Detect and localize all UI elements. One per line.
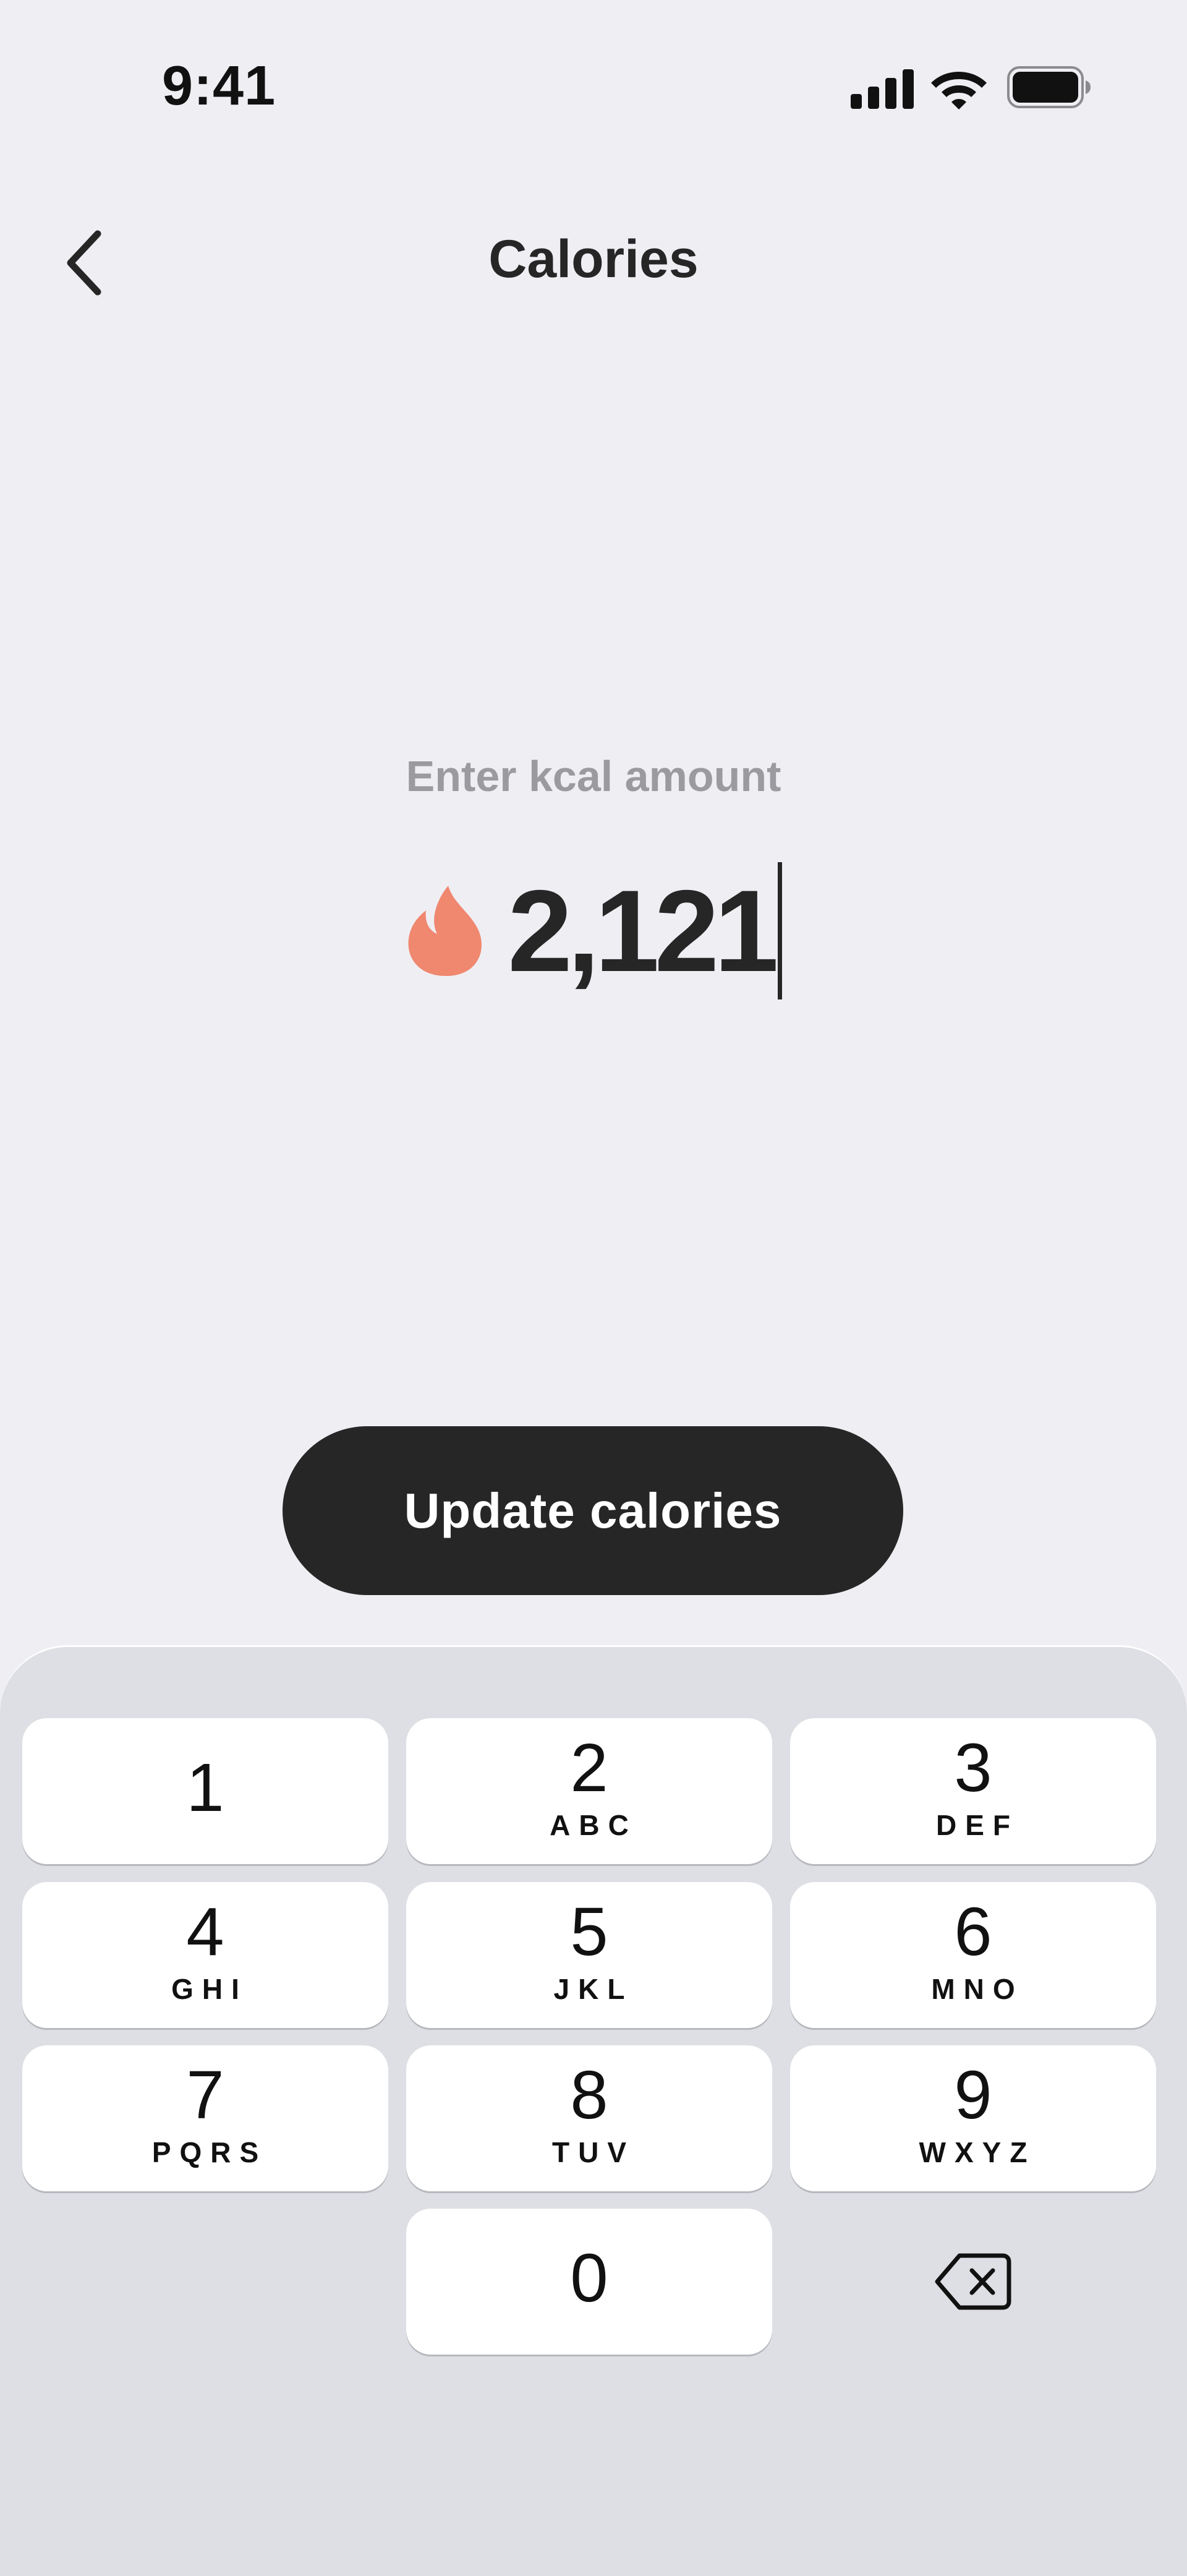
page-title: Calories xyxy=(488,229,699,289)
entry-label: Enter kcal amount xyxy=(406,752,781,800)
key-6[interactable]: 6 MNO xyxy=(790,1882,1156,2028)
key-9[interactable]: 9 WXYZ xyxy=(790,2045,1156,2191)
key-4[interactable]: 4 GHI xyxy=(22,1882,388,2028)
status-bar: 9:41 xyxy=(0,0,1187,173)
key-digit: 4 xyxy=(186,1894,224,1970)
status-time: 9:41 xyxy=(162,55,276,117)
battery-icon xyxy=(1007,66,1091,108)
key-5[interactable]: 5 JKL xyxy=(406,1882,772,2028)
key-letters: TUV xyxy=(552,2136,635,2168)
key-8[interactable]: 8 TUV xyxy=(406,2045,772,2191)
key-digit: 7 xyxy=(186,2057,224,2133)
cellular-signal-icon xyxy=(851,69,914,109)
key-2[interactable]: 2 ABC xyxy=(406,1718,772,1864)
key-digit: 2 xyxy=(570,1730,608,1806)
backspace-icon xyxy=(935,2253,1011,2310)
key-digit: 0 xyxy=(570,2240,608,2316)
key-3[interactable]: 3 DEF xyxy=(790,1718,1156,1864)
numeric-keypad: 1 2 ABC 3 DEF 4 GHI 5 JKL 6 MNO 7 PQRS 8… xyxy=(0,1645,1187,2576)
key-digit: 8 xyxy=(570,2057,608,2133)
key-letters: DEF xyxy=(936,1809,1019,1841)
key-letters: PQRS xyxy=(151,2136,268,2168)
calorie-amount-field[interactable]: 2,121 xyxy=(0,854,1187,1008)
key-digit: 9 xyxy=(954,2057,992,2133)
calorie-amount-value: 2,121 xyxy=(508,866,778,996)
key-letters: ABC xyxy=(550,1809,637,1841)
flame-icon xyxy=(408,886,482,976)
key-1[interactable]: 1 xyxy=(22,1718,388,1864)
update-calories-button[interactable]: Update calories xyxy=(283,1426,903,1595)
key-letters: GHI xyxy=(171,1973,248,2005)
key-letters: WXYZ xyxy=(919,2136,1036,2168)
key-letters: MNO xyxy=(931,1973,1024,2005)
key-digit: 1 xyxy=(186,1750,224,1826)
delete-key[interactable] xyxy=(790,2209,1156,2355)
text-cursor xyxy=(777,862,782,999)
key-7[interactable]: 7 PQRS xyxy=(22,2045,388,2191)
key-digit: 6 xyxy=(954,1894,992,1970)
wifi-icon xyxy=(931,72,987,109)
key-letters: JKL xyxy=(553,1973,634,2005)
key-0[interactable]: 0 xyxy=(406,2209,772,2355)
nav-bar: Calories xyxy=(0,204,1187,328)
key-digit: 5 xyxy=(570,1894,608,1970)
key-digit: 3 xyxy=(954,1730,992,1806)
